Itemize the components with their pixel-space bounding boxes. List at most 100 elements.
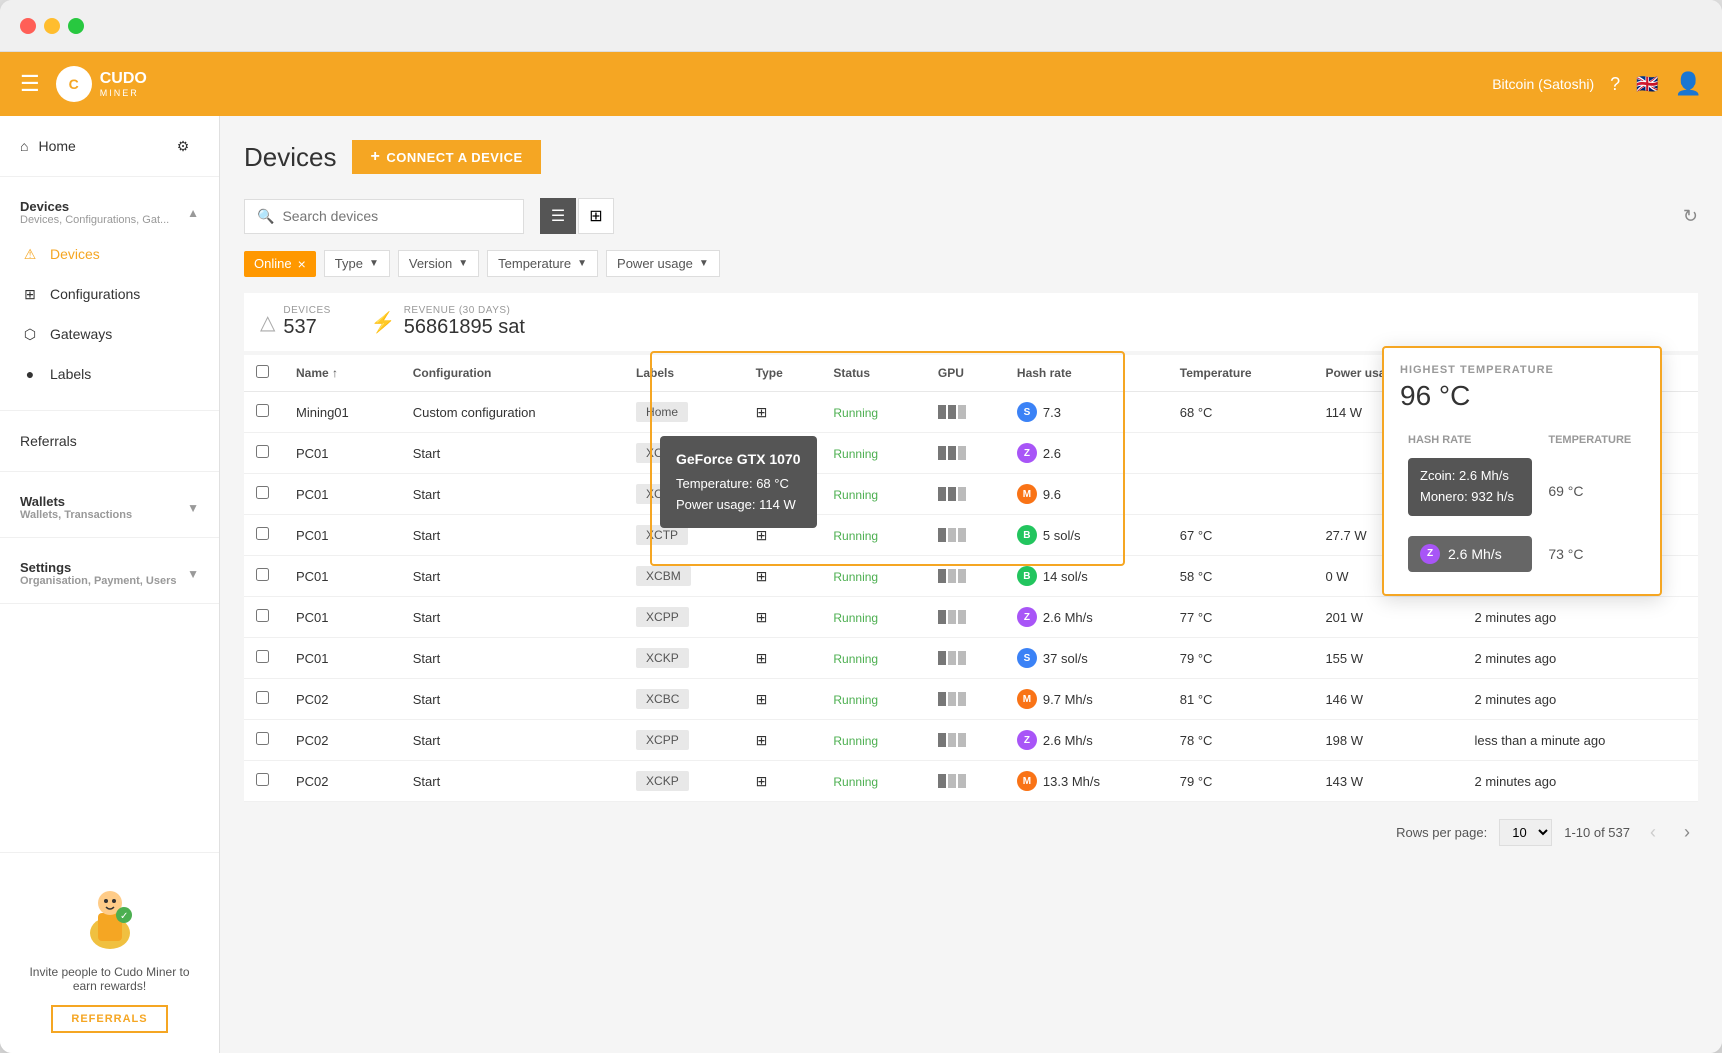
sidebar-item-devices[interactable]: ⚠ Devices bbox=[0, 234, 219, 274]
filter-type[interactable]: Type ▼ bbox=[324, 250, 390, 277]
row-gpu bbox=[926, 720, 1005, 761]
filter-version[interactable]: Version ▼ bbox=[398, 250, 479, 277]
filters-bar: Online × Type ▼ Version ▼ Temperature ▼ bbox=[244, 250, 1698, 277]
filter-online[interactable]: Online × bbox=[244, 251, 316, 277]
stats-bar: △ DEVICES 537 ⚡ REVENUE (30 DAYS) 568618… bbox=[244, 293, 1698, 351]
temp-row1-hash: Zcoin: 2.6 Mh/s Monero: 932 h/s bbox=[1408, 458, 1532, 516]
temp-card-title: HIGHEST TEMPERATURE bbox=[1400, 364, 1644, 376]
row-status: Running bbox=[821, 720, 925, 761]
label-chip: Home bbox=[636, 402, 688, 422]
row-checkbox[interactable] bbox=[256, 732, 269, 745]
sidebar-home-label: Home bbox=[38, 138, 75, 154]
sidebar-group-header[interactable]: Devices Devices, Configurations, Gat... … bbox=[0, 189, 219, 230]
row-checkbox[interactable] bbox=[256, 527, 269, 540]
gpu-bar bbox=[938, 651, 993, 665]
row-label: XCKP bbox=[624, 638, 744, 679]
sidebar-item-gateways[interactable]: ⬡ Gateways bbox=[0, 314, 219, 354]
row-checkbox[interactable] bbox=[256, 404, 269, 417]
refresh-button[interactable]: ↻ bbox=[1683, 206, 1698, 227]
row-checkbox[interactable] bbox=[256, 691, 269, 704]
row-checkbox[interactable] bbox=[256, 568, 269, 581]
status-badge: Running bbox=[833, 488, 878, 502]
search-icon: 🔍 bbox=[257, 208, 274, 225]
gpu-seg bbox=[938, 610, 946, 624]
app-container: ☰ C CUDO MINER Bitcoin (Satoshi) ? 🇬🇧 👤 bbox=[0, 52, 1722, 1053]
sidebar-settings-header[interactable]: Settings Organisation, Payment, Users ▼ bbox=[0, 550, 219, 591]
row-power: 201 W bbox=[1313, 597, 1462, 638]
sidebar-settings-btn[interactable]: ⚙ bbox=[167, 130, 199, 162]
filter-online-remove[interactable]: × bbox=[298, 256, 306, 272]
svg-text:✓: ✓ bbox=[120, 911, 128, 922]
settings-arrow: ▼ bbox=[187, 567, 199, 581]
row-checkbox[interactable] bbox=[256, 445, 269, 458]
row-power: 146 W bbox=[1313, 679, 1462, 720]
help-icon[interactable]: ? bbox=[1610, 74, 1620, 95]
list-view-button[interactable]: ☰ bbox=[540, 198, 576, 234]
titlebar bbox=[0, 0, 1722, 52]
row-name: PC02 bbox=[284, 720, 401, 761]
row-checkbox[interactable] bbox=[256, 650, 269, 663]
row-gpu bbox=[926, 392, 1005, 433]
revenue-stat-value: 56861895 sat bbox=[404, 316, 525, 339]
hash-icon: Z bbox=[1017, 443, 1037, 463]
status-badge: Running bbox=[833, 775, 878, 789]
next-page-button[interactable]: › bbox=[1676, 818, 1698, 847]
sidebar-item-referrals[interactable]: Referrals bbox=[0, 423, 219, 459]
maximize-button[interactable] bbox=[68, 18, 84, 34]
hamburger-menu[interactable]: ☰ bbox=[20, 71, 40, 97]
row-status: Running bbox=[821, 638, 925, 679]
logo-icon: C bbox=[56, 66, 92, 102]
select-all-checkbox[interactable] bbox=[256, 365, 269, 378]
sidebar-item-labels[interactable]: ● Labels bbox=[0, 354, 219, 394]
row-status: Running bbox=[821, 597, 925, 638]
row-config: Start bbox=[401, 597, 624, 638]
filter-temperature[interactable]: Temperature ▼ bbox=[487, 250, 598, 277]
gpu-bar bbox=[938, 569, 993, 583]
gpu-seg bbox=[938, 651, 946, 665]
stat-revenue: ⚡ REVENUE (30 DAYS) 56861895 sat bbox=[371, 305, 525, 339]
wallets-sub: Wallets, Transactions bbox=[20, 509, 132, 521]
gpu-seg bbox=[938, 528, 946, 542]
row-temp: 67 °C bbox=[1168, 515, 1314, 556]
minimize-button[interactable] bbox=[44, 18, 60, 34]
app-body: ⌂ Home ⚙ Devices Devices, Configurations… bbox=[0, 116, 1722, 1053]
gpu-seg bbox=[948, 446, 956, 460]
tooltip-temp: Temperature: 68 °C bbox=[676, 474, 801, 495]
row-checkbox[interactable] bbox=[256, 486, 269, 499]
sidebar-item-configurations-label: Configurations bbox=[50, 286, 140, 302]
row-checkbox[interactable] bbox=[256, 609, 269, 622]
sidebar-item-home[interactable]: ⌂ Home ⚙ bbox=[0, 116, 219, 177]
gpu-seg bbox=[948, 405, 956, 419]
grid-view-button[interactable]: ⊞ bbox=[578, 198, 614, 234]
gpu-seg bbox=[958, 487, 966, 501]
sidebar-item-labels-label: Labels bbox=[50, 366, 91, 382]
row-checkbox[interactable] bbox=[256, 773, 269, 786]
connect-device-button[interactable]: + CONNECT A DEVICE bbox=[352, 140, 540, 174]
logo-text: CUDO MINER bbox=[100, 70, 147, 98]
devices-icon: ⚠ bbox=[20, 244, 40, 264]
row-status: Running bbox=[821, 474, 925, 515]
rows-per-page-select[interactable]: 10 20 50 bbox=[1499, 819, 1552, 846]
prev-page-button[interactable]: ‹ bbox=[1642, 818, 1664, 847]
status-badge: Running bbox=[833, 406, 878, 420]
filter-online-label: Online bbox=[254, 256, 292, 271]
table-row: PC02 Start XCKP ⊞ Running M 13.3 Mh/s 79… bbox=[244, 761, 1698, 802]
row-type: ⊞ bbox=[744, 679, 822, 720]
sidebar-item-configurations[interactable]: ⊞ Configurations bbox=[0, 274, 219, 314]
user-avatar[interactable]: 👤 bbox=[1675, 71, 1702, 97]
row-gpu bbox=[926, 679, 1005, 720]
devices-stat-icon: △ bbox=[260, 310, 275, 335]
referrals-button[interactable]: REFERRALS bbox=[51, 1005, 167, 1033]
top-navbar: ☰ C CUDO MINER Bitcoin (Satoshi) ? 🇬🇧 👤 bbox=[0, 52, 1722, 116]
close-button[interactable] bbox=[20, 18, 36, 34]
filter-power[interactable]: Power usage ▼ bbox=[606, 250, 720, 277]
hash-icon: Z bbox=[1017, 730, 1037, 750]
sidebar: ⌂ Home ⚙ Devices Devices, Configurations… bbox=[0, 116, 220, 1053]
language-flag[interactable]: 🇬🇧 bbox=[1636, 74, 1658, 95]
search-input[interactable] bbox=[282, 208, 511, 224]
sidebar-wallets-header[interactable]: Wallets Wallets, Transactions ▼ bbox=[0, 484, 219, 525]
row-power: 198 W bbox=[1313, 720, 1462, 761]
windows-icon: ⊞ bbox=[756, 773, 768, 789]
col-hashrate: Hash rate bbox=[1005, 355, 1168, 392]
gpu-seg bbox=[958, 692, 966, 706]
